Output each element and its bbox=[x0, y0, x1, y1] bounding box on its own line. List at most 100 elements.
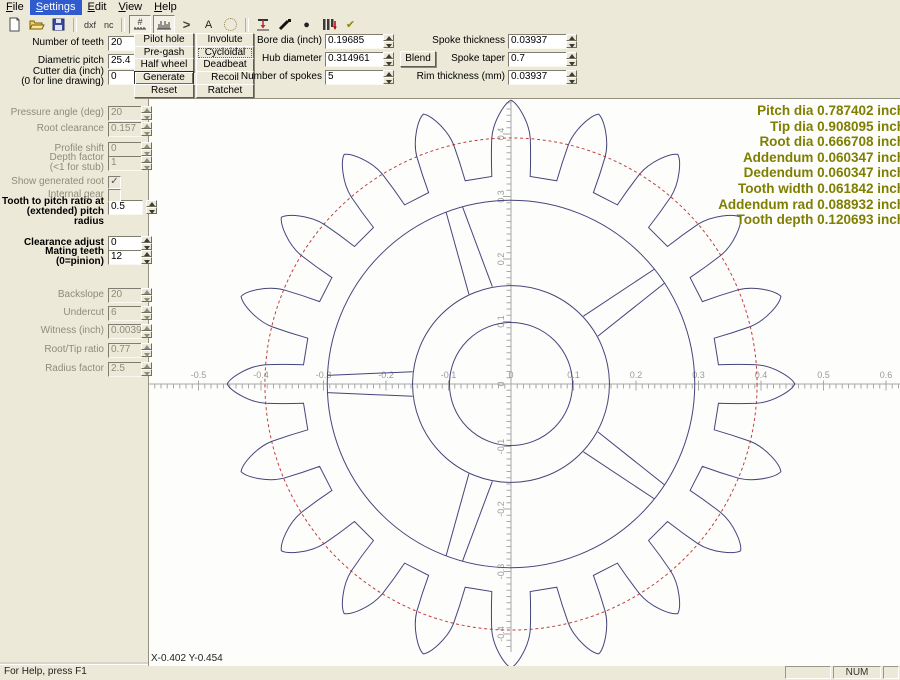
input-undercut-spinner-down bbox=[141, 313, 152, 320]
input-spoke-thickness-spinner-down[interactable] bbox=[566, 41, 577, 48]
save-file-button-icon bbox=[51, 17, 67, 32]
menu-file[interactable]: File bbox=[0, 0, 30, 15]
input-profile-shift-spinner bbox=[141, 142, 152, 156]
column-export-button[interactable] bbox=[319, 16, 339, 33]
input-tooth-to-pitch-ratio-at-spinner-down[interactable] bbox=[146, 207, 157, 214]
input-root-tip-ratio-spinner-up bbox=[141, 343, 152, 350]
dimension-toggle[interactable]: # bbox=[129, 15, 151, 34]
input-bore-dia-inch-spinner-down[interactable] bbox=[383, 41, 394, 48]
svg-text:-0.1: -0.1 bbox=[441, 370, 457, 380]
input-spoke-taper-spinner[interactable] bbox=[566, 52, 577, 66]
input-spoke-thickness-spinner-up[interactable] bbox=[566, 34, 577, 41]
field-label-line1: Witness (inch) bbox=[0, 326, 104, 336]
input-rim-thickness-mm[interactable]: 0.03937 bbox=[508, 70, 568, 85]
depth-tool-button[interactable] bbox=[253, 16, 273, 33]
field-label: Pressure angle (deg) bbox=[0, 108, 104, 118]
field-label: Hub diameter bbox=[234, 54, 322, 64]
input-mating-teeth-spinner[interactable] bbox=[141, 250, 152, 264]
svg-text:0.5: 0.5 bbox=[817, 370, 830, 380]
field-label-line1: Pressure angle (deg) bbox=[0, 108, 104, 118]
blend-button[interactable]: Blend bbox=[400, 51, 436, 67]
reset-button[interactable]: Reset bbox=[134, 84, 194, 98]
input-number-of-spokes-spinner[interactable] bbox=[383, 70, 394, 84]
field-label-line2: (0 for line drawing) bbox=[0, 77, 104, 87]
input-clearance-adjust-spinner-down[interactable] bbox=[141, 243, 152, 250]
input-hub-diameter[interactable]: 0.314961 bbox=[325, 52, 385, 67]
new-file-button[interactable] bbox=[5, 16, 25, 33]
input-clearance-adjust-spinner-up[interactable] bbox=[141, 236, 152, 243]
field-label-line2: (extended) pitch radius bbox=[0, 207, 104, 227]
field-label-line1: Rim thickness (mm) bbox=[410, 72, 505, 82]
menu-view[interactable]: View bbox=[112, 0, 148, 15]
coordinate-readout: X-0.402 Y-0.454 bbox=[149, 652, 229, 666]
field-label-line1: Radius factor bbox=[0, 364, 104, 374]
svg-text:0.2: 0.2 bbox=[630, 370, 643, 380]
input-tooth-to-pitch-ratio-at[interactable]: 0.5 bbox=[108, 200, 143, 215]
input-pressure-angle-deg: 20 bbox=[108, 106, 143, 121]
save-file-button[interactable] bbox=[49, 16, 69, 33]
input-root-tip-ratio-spinner bbox=[141, 343, 152, 357]
input-radius-factor-spinner-down bbox=[141, 369, 152, 376]
input-bore-dia-inch-spinner-up[interactable] bbox=[383, 34, 394, 41]
confirm-button[interactable]: ✔ bbox=[341, 16, 361, 33]
status-pane-2 bbox=[883, 666, 899, 679]
input-spoke-thickness[interactable]: 0.03937 bbox=[508, 34, 568, 49]
checkbox-internal-gear bbox=[108, 189, 121, 202]
generate-button[interactable]: Generate bbox=[134, 71, 194, 85]
input-mating-teeth-spinner-down[interactable] bbox=[141, 257, 152, 264]
input-mating-teeth[interactable]: 12 bbox=[108, 250, 143, 265]
input-depth-factor-spinner bbox=[141, 156, 152, 170]
field-label: Undercut bbox=[0, 308, 104, 318]
input-backslope-spinner bbox=[141, 288, 152, 302]
input-mating-teeth-spinner-up[interactable] bbox=[141, 250, 152, 257]
menu-edit[interactable]: Edit bbox=[82, 0, 113, 15]
input-hub-diameter-spinner-down[interactable] bbox=[383, 59, 394, 66]
field-label: Depth factor(<1 for stub) bbox=[0, 153, 104, 173]
input-pressure-angle-deg-spinner-down bbox=[141, 113, 152, 120]
open-file-button[interactable] bbox=[27, 16, 47, 33]
input-number-of-spokes[interactable]: 5 bbox=[325, 70, 385, 85]
status-message: For Help, press F1 bbox=[0, 665, 784, 680]
half-wheel-button[interactable]: Half wheel bbox=[134, 58, 194, 72]
pen-tool-button[interactable] bbox=[275, 16, 295, 33]
input-spoke-taper[interactable]: 0.7 bbox=[508, 52, 568, 67]
svg-text:-0.5: -0.5 bbox=[191, 370, 207, 380]
ratchet-button[interactable]: Ratchet bbox=[196, 84, 254, 98]
export-dxf-button[interactable]: dxf bbox=[81, 16, 99, 33]
input-backslope: 20 bbox=[108, 288, 143, 303]
input-clearance-adjust-spinner[interactable] bbox=[141, 236, 152, 250]
field-label: Number of teeth bbox=[0, 38, 104, 48]
input-rim-thickness-mm-spinner[interactable] bbox=[566, 70, 577, 84]
pilot-hole-button[interactable]: Pilot hole bbox=[134, 33, 194, 47]
pitch-circle-toggle[interactable] bbox=[221, 16, 241, 33]
input-rim-thickness-mm-spinner-down[interactable] bbox=[566, 77, 577, 84]
arrow-tool-button[interactable]: > bbox=[177, 16, 197, 33]
circle-tool-button[interactable]: ● bbox=[297, 16, 317, 33]
input-rim-thickness-mm-spinner-up[interactable] bbox=[566, 70, 577, 77]
ruler-toggle[interactable] bbox=[153, 15, 175, 34]
result-line: Root dia 0.666708 inch bbox=[718, 134, 900, 150]
pen-tool-button-icon bbox=[277, 17, 293, 32]
input-witness-inch-spinner-down bbox=[141, 331, 152, 338]
input-spoke-taper-spinner-up[interactable] bbox=[566, 52, 577, 59]
menu-help[interactable]: Help bbox=[148, 0, 183, 15]
input-tooth-to-pitch-ratio-at-spinner-up[interactable] bbox=[146, 200, 157, 207]
input-bore-dia-inch[interactable]: 0.19685 bbox=[325, 34, 385, 49]
input-spoke-thickness-spinner[interactable] bbox=[566, 34, 577, 48]
input-hub-diameter-spinner-up[interactable] bbox=[383, 52, 394, 59]
input-spoke-taper-spinner-down[interactable] bbox=[566, 59, 577, 66]
text-tool-button[interactable]: A bbox=[199, 16, 219, 33]
field-label-line2: (0=pinion) bbox=[0, 257, 104, 267]
input-backslope-spinner-down bbox=[141, 295, 152, 302]
input-number-of-spokes-spinner-down[interactable] bbox=[383, 77, 394, 84]
export-nc-button[interactable]: nc bbox=[101, 16, 117, 33]
input-tooth-to-pitch-ratio-at-spinner[interactable] bbox=[146, 200, 157, 214]
toolbar: dxfnc # >A ● ✔ bbox=[0, 15, 900, 34]
input-clearance-adjust[interactable]: 0 bbox=[108, 236, 143, 251]
input-bore-dia-inch-spinner[interactable] bbox=[383, 34, 394, 48]
input-radius-factor: 2.5 bbox=[108, 362, 143, 377]
input-number-of-spokes-spinner-up[interactable] bbox=[383, 70, 394, 77]
svg-text:-0.4: -0.4 bbox=[496, 626, 506, 642]
menu-settings[interactable]: Settings bbox=[30, 0, 82, 15]
input-hub-diameter-spinner[interactable] bbox=[383, 52, 394, 66]
